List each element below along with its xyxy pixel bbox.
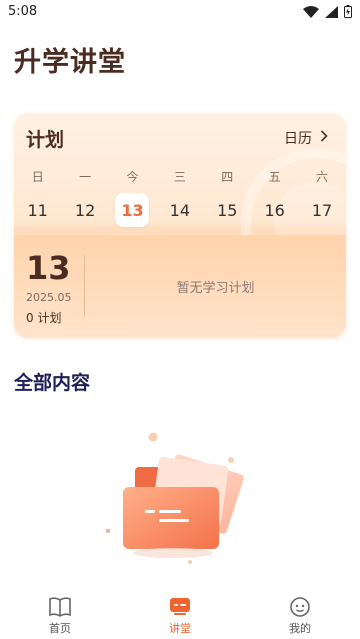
year-month: 2025.05	[26, 291, 72, 304]
day-column[interactable]: 三 14	[156, 167, 203, 227]
day-column[interactable]: 四 15	[204, 167, 251, 227]
section-title: 全部内容	[14, 372, 91, 394]
day-date[interactable]: 12	[68, 193, 102, 227]
weekday-label: 日	[31, 170, 44, 184]
plan-title: 计划	[26, 129, 65, 151]
lecture-icon	[168, 596, 192, 618]
battery-icon	[344, 5, 352, 18]
day-column[interactable]: 日 11	[14, 167, 61, 227]
signal-icon	[325, 5, 338, 18]
profile-face-icon	[288, 596, 312, 618]
tab-lecture-label: 讲堂	[169, 622, 191, 635]
weekday-label: 一	[79, 170, 92, 184]
wifi-icon	[303, 5, 319, 18]
tab-mine-label: 我的	[289, 622, 311, 635]
screen: 5:08 升学讲堂 计划 日历 日 11 一 12 今 13 三 14 四 15…	[0, 0, 360, 639]
day-date[interactable]: 16	[258, 193, 292, 227]
empty-folder-illustration-icon	[106, 432, 244, 564]
day-column[interactable]: 一 12	[61, 167, 108, 227]
day-date[interactable]: 15	[210, 193, 244, 227]
status-bar: 5:08	[0, 0, 360, 24]
plan-card: 计划 日历 日 11 一 12 今 13 三 14 四 15 五 16 六 17…	[14, 113, 346, 338]
bottom-nav: 首页 讲堂 我的	[0, 592, 360, 639]
book-icon	[48, 596, 72, 618]
weekday-label: 五	[268, 170, 281, 184]
weekday-label: 三	[173, 170, 186, 184]
week-strip: 日 11 一 12 今 13 三 14 四 15 五 16 六 17	[14, 167, 346, 227]
day-date[interactable]: 11	[21, 193, 55, 227]
tab-home[interactable]: 首页	[0, 592, 120, 639]
weekday-label: 六	[316, 170, 329, 184]
empty-plan-text: 暂无学习计划	[176, 281, 255, 296]
tab-mine[interactable]: 我的	[240, 592, 360, 639]
plan-summary: 13 2025.05 0 计划 暂无学习计划	[14, 235, 346, 338]
day-date[interactable]: 14	[163, 193, 197, 227]
status-time: 5:08	[8, 4, 38, 19]
calendar-link-label: 日历	[284, 131, 312, 147]
day-column[interactable]: 五 16	[251, 167, 298, 227]
calendar-link[interactable]: 日历	[284, 128, 328, 148]
chevron-right-icon	[320, 130, 328, 146]
weekday-label: 今	[126, 170, 139, 184]
day-column[interactable]: 六 17	[298, 167, 345, 227]
day-column[interactable]: 今 13	[109, 167, 156, 227]
page-title: 升学讲堂	[14, 47, 126, 78]
status-icons	[303, 5, 352, 18]
day-date-selected[interactable]: 13	[115, 193, 150, 227]
plan-count: 0 计划	[26, 311, 62, 325]
tab-home-label: 首页	[49, 622, 71, 635]
selected-day-number: 13	[26, 249, 71, 287]
tab-lecture[interactable]: 讲堂	[120, 592, 240, 639]
weekday-label: 四	[221, 170, 234, 184]
day-date[interactable]: 17	[305, 193, 339, 227]
